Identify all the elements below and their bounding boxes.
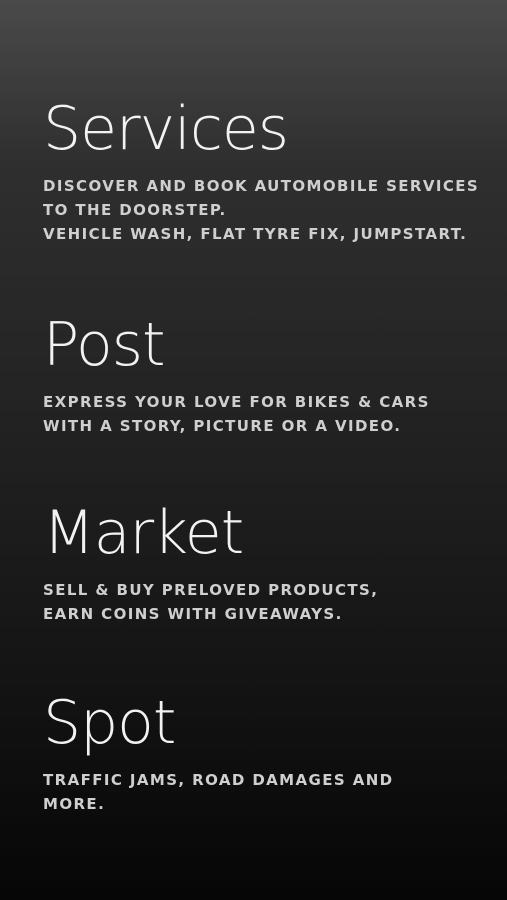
description-line: DISCOVER AND BOOK AUTOMOBILE SERVICES <box>43 177 480 195</box>
feature-services: Services DISCOVER AND BOOK AUTOMOBILE SE… <box>43 96 487 246</box>
description-line: TRAFFIC JAMS, ROAD DAMAGES AND <box>43 771 394 789</box>
feature-post: Post EXPRESS YOUR LOVE FOR BIKES & CARS … <box>43 312 487 438</box>
feature-description-post: EXPRESS YOUR LOVE FOR BIKES & CARS WITH … <box>43 390 487 438</box>
feature-title-market: Market <box>43 498 244 568</box>
feature-title-post: Post <box>43 310 166 380</box>
feature-description-market: SELL & BUY PRELOVED PRODUCTS, EARN COINS… <box>43 578 487 626</box>
description-line: MORE. <box>43 795 106 813</box>
description-line: WITH A STORY, PICTURE OR A VIDEO. <box>43 417 402 435</box>
feature-description-spot: TRAFFIC JAMS, ROAD DAMAGES AND MORE. <box>43 768 487 816</box>
feature-title-services: Services <box>43 94 289 164</box>
description-line: TO THE DOORSTEP. <box>43 201 227 219</box>
feature-market: Market SELL & BUY PRELOVED PRODUCTS, EAR… <box>43 500 487 626</box>
feature-description-services: DISCOVER AND BOOK AUTOMOBILE SERVICES TO… <box>43 174 487 246</box>
description-line: EXPRESS YOUR LOVE FOR BIKES & CARS <box>43 393 430 411</box>
feature-spot: Spot TRAFFIC JAMS, ROAD DAMAGES AND MORE… <box>43 690 487 816</box>
description-line: SELL & BUY PRELOVED PRODUCTS, <box>43 581 379 599</box>
feature-title-spot: Spot <box>43 688 176 758</box>
description-line: VEHICLE WASH, FLAT TYRE FIX, JUMPSTART. <box>43 225 468 243</box>
description-line: EARN COINS WITH GIVEAWAYS. <box>43 605 343 623</box>
